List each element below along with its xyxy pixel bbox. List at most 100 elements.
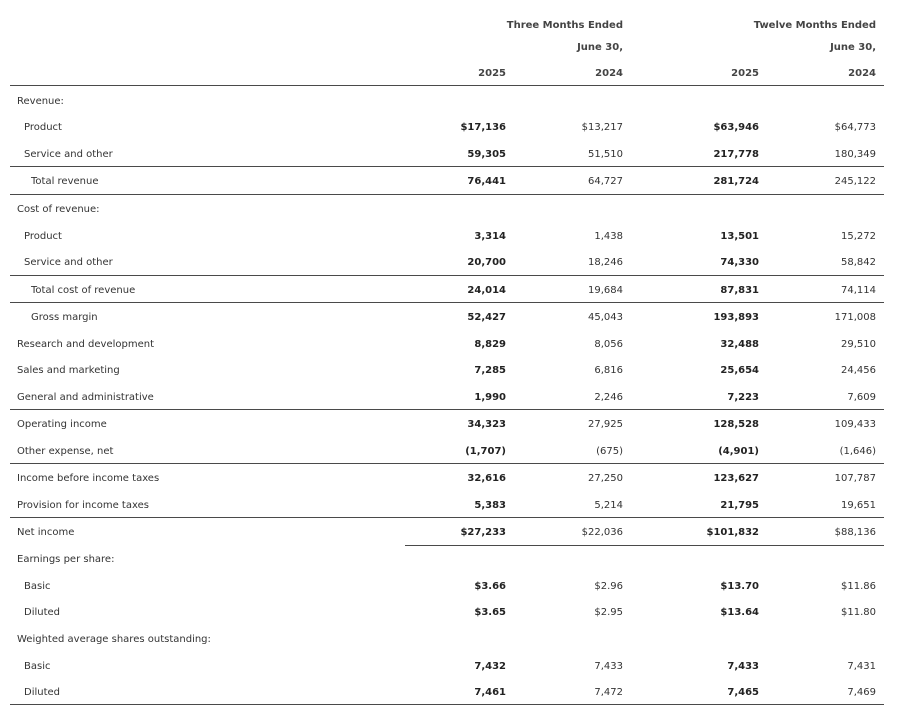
cell-total-cost-fy2024: 74,114 — [841, 285, 876, 296]
cell-eps-basic-q2024: $2.96 — [594, 581, 623, 592]
row-label-shares-header: Weighted average shares outstanding: — [17, 634, 211, 645]
cell-total-revenue-fy2025: 281,724 — [713, 176, 759, 187]
rule-table-bottom — [10, 704, 884, 705]
cell-shares-diluted-fy2025: 7,465 — [727, 687, 759, 698]
cell-net-income-fy2024: $88,136 — [834, 527, 876, 538]
rule-before-net-income — [10, 517, 884, 518]
cell-gross-margin-fy2025: 193,893 — [713, 312, 759, 323]
cell-eps-diluted-fy2024: $11.80 — [841, 607, 876, 618]
cell-revenue-product-q2025: $17,136 — [460, 122, 506, 133]
rule-after-net-income — [405, 545, 884, 546]
cell-income-before-taxes-q2024: 27,250 — [588, 473, 623, 484]
row-label-other-expense: Other expense, net — [17, 446, 114, 457]
row-label-general-admin: General and administrative — [17, 392, 154, 403]
row-label-provision-taxes: Provision for income taxes — [17, 500, 149, 511]
cell-net-income-q2025: $27,233 — [460, 527, 506, 538]
cell-operating-income-fy2025: 128,528 — [713, 419, 759, 430]
row-label-cost-product: Product — [24, 231, 62, 242]
cell-operating-income-q2025: 34,323 — [467, 419, 506, 430]
cell-provision-taxes-q2024: 5,214 — [594, 500, 623, 511]
cell-rnd-fy2024: 29,510 — [841, 339, 876, 350]
cell-eps-basic-fy2024: $11.86 — [841, 581, 876, 592]
cell-revenue-product-fy2025: $63,946 — [713, 122, 759, 133]
cell-shares-basic-fy2025: 7,433 — [727, 661, 759, 672]
header-three-months-line2: June 30, — [577, 42, 623, 53]
header-twelve-months-line2: June 30, — [830, 42, 876, 53]
cell-sales-marketing-fy2025: 25,654 — [720, 365, 759, 376]
row-label-revenue-product: Product — [24, 122, 62, 133]
row-label-revenue-header: Revenue: — [17, 96, 64, 107]
cell-provision-taxes-fy2025: 21,795 — [720, 500, 759, 511]
cell-rnd-q2025: 8,829 — [474, 339, 506, 350]
cell-income-before-taxes-fy2024: 107,787 — [834, 473, 876, 484]
cell-general-admin-q2024: 2,246 — [594, 392, 623, 403]
row-label-total-revenue: Total revenue — [31, 176, 99, 187]
rule-after-total-revenue — [10, 194, 884, 195]
cell-total-revenue-q2025: 76,441 — [467, 176, 506, 187]
rule-before-income-before-taxes — [10, 463, 884, 464]
row-label-revenue-service: Service and other — [24, 149, 113, 160]
cell-gross-margin-q2024: 45,043 — [588, 312, 623, 323]
cell-total-revenue-fy2024: 245,122 — [834, 176, 876, 187]
cell-shares-basic-q2025: 7,432 — [474, 661, 506, 672]
cell-revenue-service-q2024: 51,510 — [588, 149, 623, 160]
cell-operating-income-fy2024: 109,433 — [834, 419, 876, 430]
cell-gross-margin-q2025: 52,427 — [467, 312, 506, 323]
cell-total-cost-q2025: 24,014 — [467, 285, 506, 296]
rule-before-operating-income — [10, 409, 884, 410]
cell-provision-taxes-q2025: 5,383 — [474, 500, 506, 511]
cell-other-expense-q2025: (1,707) — [465, 446, 506, 457]
row-label-net-income: Net income — [17, 527, 75, 538]
cell-sales-marketing-q2024: 6,816 — [594, 365, 623, 376]
cell-net-income-fy2025: $101,832 — [706, 527, 759, 538]
cell-cost-product-fy2025: 13,501 — [720, 231, 759, 242]
cell-eps-basic-fy2025: $13.70 — [720, 581, 759, 592]
row-label-rnd: Research and development — [17, 339, 155, 350]
row-label-eps-basic: Basic — [24, 581, 51, 592]
cell-cost-service-q2025: 20,700 — [467, 257, 506, 268]
cell-shares-diluted-q2024: 7,472 — [594, 687, 623, 698]
cell-cost-service-fy2024: 58,842 — [841, 257, 876, 268]
row-label-operating-income: Operating income — [17, 419, 107, 430]
rule-before-total-cost — [10, 275, 884, 276]
row-label-gross-margin: Gross margin — [31, 312, 98, 323]
row-label-cost-service: Service and other — [24, 257, 113, 268]
cell-rnd-q2024: 8,056 — [594, 339, 623, 350]
cell-rnd-fy2025: 32,488 — [720, 339, 759, 350]
header-year-fy-2025: 2025 — [731, 68, 759, 79]
row-label-income-before-taxes: Income before income taxes — [17, 473, 160, 484]
cell-total-cost-fy2025: 87,831 — [720, 285, 759, 296]
row-label-sales-marketing: Sales and marketing — [17, 365, 120, 376]
cell-revenue-service-q2025: 59,305 — [467, 149, 506, 160]
income-statement-table: Three Months Ended June 30, Twelve Month… — [0, 0, 900, 707]
cell-income-before-taxes-q2025: 32,616 — [467, 473, 506, 484]
cell-net-income-q2024: $22,036 — [581, 527, 623, 538]
cell-general-admin-q2025: 1,990 — [474, 392, 506, 403]
cell-general-admin-fy2024: 7,609 — [847, 392, 876, 403]
cell-revenue-service-fy2024: 180,349 — [834, 149, 876, 160]
cell-operating-income-q2024: 27,925 — [588, 419, 623, 430]
cell-cost-service-q2024: 18,246 — [588, 257, 623, 268]
cell-total-revenue-q2024: 64,727 — [588, 176, 623, 187]
cell-cost-product-q2025: 3,314 — [474, 231, 506, 242]
header-year-fy-2024: 2024 — [848, 68, 876, 79]
header-year-q-2025: 2025 — [478, 68, 506, 79]
cell-other-expense-q2024: (675) — [596, 446, 623, 457]
cell-income-before-taxes-fy2025: 123,627 — [713, 473, 759, 484]
header-twelve-months-line1: Twelve Months Ended — [753, 20, 876, 31]
cell-other-expense-fy2024: (1,646) — [839, 446, 876, 457]
row-label-eps-header: Earnings per share: — [17, 554, 115, 565]
row-label-shares-basic: Basic — [24, 661, 51, 672]
cell-shares-diluted-fy2024: 7,469 — [847, 687, 876, 698]
row-label-eps-diluted: Diluted — [24, 607, 61, 618]
cell-cost-service-fy2025: 74,330 — [720, 257, 759, 268]
cell-eps-diluted-q2025: $3.65 — [474, 607, 506, 618]
cell-total-cost-q2024: 19,684 — [588, 285, 623, 296]
cell-revenue-product-fy2024: $64,773 — [834, 122, 876, 133]
cell-sales-marketing-q2025: 7,285 — [474, 365, 506, 376]
cell-eps-basic-q2025: $3.66 — [474, 581, 506, 592]
cell-general-admin-fy2025: 7,223 — [727, 392, 759, 403]
cell-cost-product-fy2024: 15,272 — [841, 231, 876, 242]
cell-shares-basic-q2024: 7,433 — [594, 661, 623, 672]
cell-revenue-product-q2024: $13,217 — [581, 122, 623, 133]
